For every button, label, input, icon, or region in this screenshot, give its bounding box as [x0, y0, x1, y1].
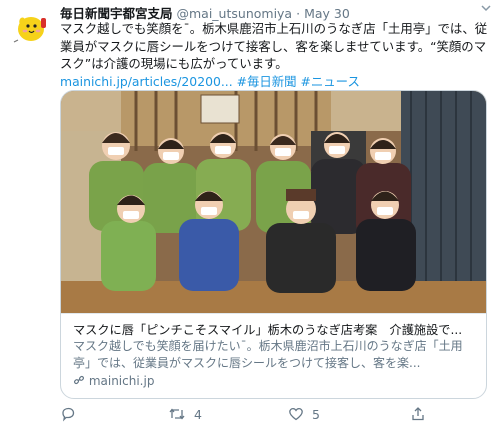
like-count: 5	[312, 406, 320, 422]
share-icon	[412, 407, 424, 421]
author-handle[interactable]: @mai_utsunomiya	[177, 6, 293, 21]
hashtags[interactable]: #毎日新聞 #ニュース	[237, 74, 360, 89]
card-text[interactable]: マスクに唇「ピンチこそスマイル」栃木のうなぎ店考案 介護施設で... マスク越し…	[61, 313, 486, 398]
avatar[interactable]	[8, 4, 54, 50]
tweet-body: マスク越しでも笑顔を¯。栃木県鹿沼市上石川のうなぎ店「土用亭」では、従業員がマス…	[60, 21, 488, 71]
yellow-bird-mascot-icon	[13, 17, 46, 43]
article-link[interactable]: mainichi.jp/articles/20200...	[60, 74, 233, 89]
heart-icon	[289, 407, 303, 421]
retweet-count: 4	[194, 406, 202, 422]
tweet-text: マスク越しでも笑顔を¯。栃木県鹿沼市上石川のうなぎ店「土用亭」では、従業員がマス…	[60, 20, 492, 90]
share-button[interactable]	[410, 406, 434, 422]
card-description: マスク越しでも笑顔を届けたい¯。栃木県鹿沼市上石川のうなぎ店「土用亭」では、従業…	[73, 339, 463, 370]
retweet-icon	[169, 408, 185, 420]
retweet-button[interactable]: 4	[168, 406, 202, 422]
separator: ·	[296, 6, 301, 21]
card-title: マスクに唇「ピンチこそスマイル」栃木のうなぎ店考案 介護施設で...	[73, 323, 463, 337]
link-card[interactable]: マスクに唇「ピンチこそスマイル」栃木のうなぎ店考案 介護施設で... マスク越し…	[60, 90, 487, 399]
card-domain-text: mainichi.jp	[88, 374, 155, 388]
tweet-actions: 4 5	[60, 404, 490, 428]
card-photo	[61, 91, 486, 313]
reply-button[interactable]	[60, 406, 84, 422]
link-icon	[73, 375, 85, 385]
tweet[interactable]: 毎日新聞宇都宮支局 @mai_utsunomiya · May 30 マスク越し…	[0, 0, 500, 437]
like-button[interactable]: 5	[288, 406, 320, 422]
comment-icon	[62, 407, 75, 422]
chevron-down-icon[interactable]	[480, 2, 492, 17]
card-domain: mainichi.jp	[73, 374, 154, 388]
author-name[interactable]: 毎日新聞宇都宮支局	[60, 6, 173, 21]
tweet-date[interactable]: May 30	[304, 6, 350, 21]
